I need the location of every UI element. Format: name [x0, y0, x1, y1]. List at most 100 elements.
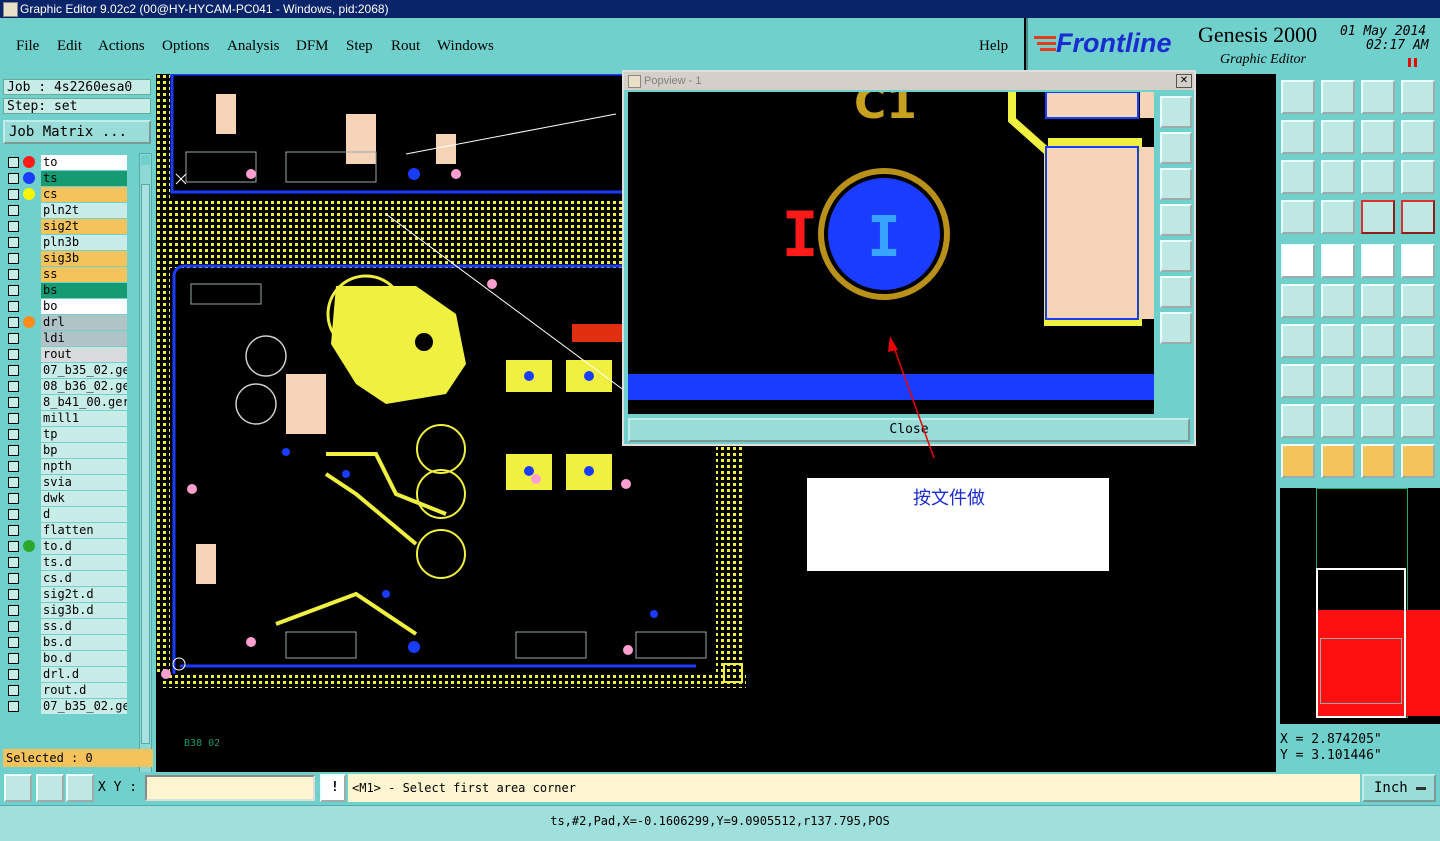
layer-name[interactable]: ss.d [41, 619, 127, 634]
pv-pan-up-icon[interactable] [1160, 168, 1192, 200]
window-title-bar[interactable]: Graphic Editor 9.02c2 (00@HY-HYCAM-PC041… [0, 0, 1440, 18]
pv-zoom-out-icon[interactable] [1160, 132, 1192, 164]
layer-row[interactable]: ss [3, 267, 127, 282]
pad-icon[interactable] [1281, 364, 1315, 398]
layer-name[interactable]: pln2t [41, 203, 127, 218]
move-icon[interactable] [1361, 284, 1395, 318]
menu-options[interactable]: Options [162, 38, 210, 55]
layer-checkbox[interactable] [8, 237, 19, 248]
layer-row[interactable]: drl [3, 315, 127, 330]
zoom-back-icon[interactable] [1321, 80, 1355, 114]
layer-row[interactable]: bp [3, 443, 127, 458]
layer-checkbox[interactable] [8, 157, 19, 168]
layer-name[interactable]: bp [41, 443, 127, 458]
layer-row[interactable]: bo [3, 299, 127, 314]
layer-row[interactable]: pln3b [3, 235, 127, 250]
scroll-thumb[interactable] [141, 184, 150, 744]
layer-row[interactable]: tp [3, 427, 127, 442]
layer-row[interactable]: dwk [3, 491, 127, 506]
pv-fit-icon[interactable] [1160, 276, 1192, 308]
pan-left-icon[interactable] [1281, 120, 1315, 154]
layer-row[interactable]: to [3, 155, 127, 170]
layer-name[interactable]: cs.d [41, 571, 127, 586]
layer-checkbox[interactable] [8, 477, 19, 488]
measure-icon[interactable] [1361, 244, 1395, 278]
layer-row[interactable]: bs.d [3, 635, 127, 650]
layer-checkbox[interactable] [8, 621, 19, 632]
layer-checkbox[interactable] [8, 269, 19, 280]
window-split-icon[interactable] [1401, 80, 1435, 114]
layer-checkbox[interactable] [8, 573, 19, 584]
snap-icon[interactable] [4, 774, 32, 802]
layer-row[interactable]: ldi [3, 331, 127, 346]
layer-name[interactable]: rout [41, 347, 127, 362]
layer-name[interactable]: sig3b [41, 251, 127, 266]
layer-name[interactable]: 8_b41_00.ger [41, 395, 127, 410]
layer-name[interactable]: d [41, 507, 127, 522]
layer-row[interactable]: drl.d [3, 667, 127, 682]
popview-title-bar[interactable]: Popview - 1 ✕ [624, 72, 1194, 90]
alert-icon[interactable]: ! [320, 774, 346, 802]
layer-checkbox[interactable] [8, 701, 19, 712]
settings-icon[interactable] [1281, 200, 1315, 234]
move-link-icon[interactable] [1401, 284, 1435, 318]
grid-icon[interactable] [66, 774, 94, 802]
layer-row[interactable]: mill1 [3, 411, 127, 426]
layer-name[interactable]: mill1 [41, 411, 127, 426]
layer-row[interactable]: rout [3, 347, 127, 362]
layer-row[interactable]: 08_b36_02.ge [3, 379, 127, 394]
layer-checkbox[interactable] [8, 637, 19, 648]
layer-row[interactable]: bo.d [3, 651, 127, 666]
layer-name[interactable]: drl.d [41, 667, 127, 682]
layer-name[interactable]: ts [41, 171, 127, 186]
overview-window[interactable] [1280, 488, 1440, 724]
layer-checkbox[interactable] [8, 365, 19, 376]
layer-row[interactable]: 07_b35_02.ge [3, 699, 127, 714]
layer-checkbox[interactable] [8, 685, 19, 696]
menu-edit[interactable]: Edit [57, 38, 82, 55]
layer-row[interactable]: to.d [3, 539, 127, 554]
layer-row[interactable]: sig3b [3, 251, 127, 266]
layer-name[interactable]: flatten [41, 523, 127, 538]
layer-name[interactable]: ts.d [41, 555, 127, 570]
layer-checkbox[interactable] [8, 525, 19, 536]
menu-rout[interactable]: Rout [391, 38, 420, 55]
layer-row[interactable]: ts [3, 171, 127, 186]
menu-file[interactable]: File [16, 38, 39, 55]
layer-name[interactable]: sig2t [41, 219, 127, 234]
line-icon[interactable] [1281, 324, 1315, 358]
layer-name[interactable]: bo [41, 299, 127, 314]
layer-checkbox[interactable] [8, 557, 19, 568]
cursor-alt-icon[interactable] [1361, 444, 1395, 478]
triangle-a-icon[interactable] [1281, 404, 1315, 438]
layer-checkbox[interactable] [8, 333, 19, 344]
center-icon[interactable] [1321, 160, 1355, 194]
layer-name[interactable]: svia [41, 475, 127, 490]
layer-checkbox[interactable] [8, 653, 19, 664]
layer-list-scrollbar[interactable] [139, 153, 152, 817]
cursor-box-icon[interactable] [1321, 444, 1355, 478]
popview-close-icon[interactable]: ✕ [1176, 74, 1192, 88]
menu-step[interactable]: Step [346, 38, 373, 55]
layer-name[interactable]: cs [41, 187, 127, 202]
layer-row[interactable]: sig2t.d [3, 587, 127, 602]
fit-icon[interactable] [1281, 160, 1315, 194]
menu-windows[interactable]: Windows [437, 38, 494, 55]
layers-a-icon[interactable] [1361, 200, 1395, 234]
layer-row[interactable]: svia [3, 475, 127, 490]
layer-checkbox[interactable] [8, 301, 19, 312]
pv-zoom-in-icon[interactable] [1160, 96, 1192, 128]
layer-checkbox[interactable] [8, 541, 19, 552]
select-area-icon[interactable] [1321, 244, 1355, 278]
layer-checkbox[interactable] [8, 605, 19, 616]
layer-row[interactable]: 8_b41_00.ger [3, 395, 127, 410]
layer-row[interactable]: ss.d [3, 619, 127, 634]
layer-name[interactable]: ldi [41, 331, 127, 346]
layer-checkbox[interactable] [8, 173, 19, 184]
group-icon[interactable] [1401, 364, 1435, 398]
menu-actions[interactable]: Actions [98, 38, 145, 55]
layer-row[interactable]: ts.d [3, 555, 127, 570]
layer-row[interactable]: rout.d [3, 683, 127, 698]
layer-name[interactable]: dwk [41, 491, 127, 506]
triangle-d-icon[interactable] [1401, 404, 1435, 438]
